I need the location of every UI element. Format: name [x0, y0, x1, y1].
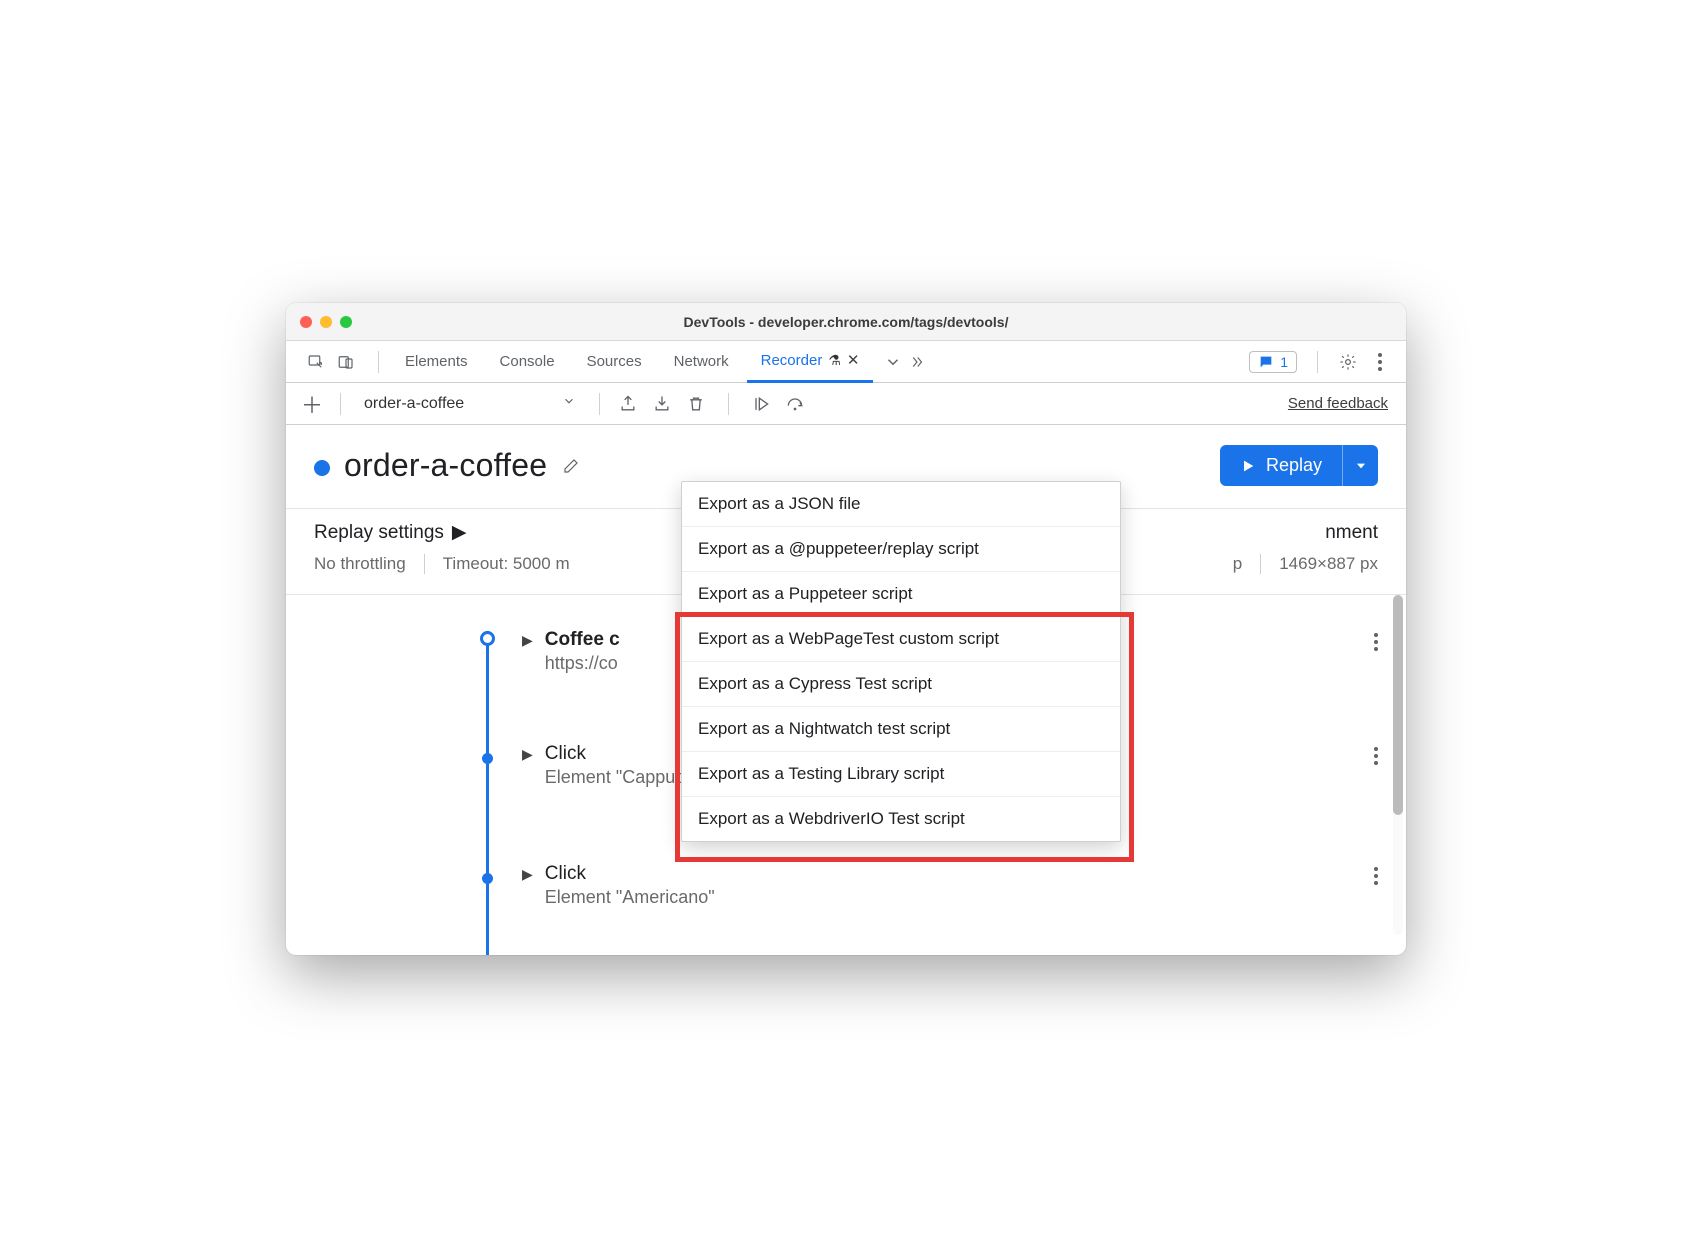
main-menu-icon[interactable] — [1370, 352, 1390, 372]
divider — [728, 393, 729, 415]
chevron-right-icon: ▶ — [522, 746, 533, 763]
window-title: DevTools - developer.chrome.com/tags/dev… — [286, 314, 1406, 330]
timeline-node — [482, 873, 493, 884]
more-tabs-chevrons-icon[interactable] — [907, 352, 927, 372]
divider — [599, 393, 600, 415]
export-menu: Export as a JSON file Export as a @puppe… — [681, 481, 1121, 842]
divider — [1317, 351, 1318, 373]
window-controls — [300, 316, 352, 328]
export-menu-item-nightwatch[interactable]: Export as a Nightwatch test script — [682, 707, 1120, 752]
issues-count: 1 — [1280, 354, 1288, 370]
step-subtitle: https://co — [545, 653, 620, 674]
tab-label: Console — [500, 353, 555, 370]
close-tab-icon[interactable]: ✕ — [847, 351, 860, 369]
timeline-node — [482, 753, 493, 764]
recording-select-value: order-a-coffee — [364, 395, 464, 413]
divider — [378, 351, 379, 373]
export-menu-item-webdriverio[interactable]: Export as a WebdriverIO Test script — [682, 797, 1120, 841]
tab-console[interactable]: Console — [486, 341, 569, 383]
throttling-value: No throttling — [314, 554, 406, 574]
replay-settings-label: Replay settings — [314, 522, 444, 544]
export-menu-item-cypress[interactable]: Export as a Cypress Test script — [682, 662, 1120, 707]
timeline-line — [486, 631, 489, 955]
environment-label: nment — [1325, 522, 1378, 544]
zoom-window-button[interactable] — [340, 316, 352, 328]
panel-tabstrip: Elements Console Sources Network Recorde… — [286, 341, 1406, 383]
chevron-right-icon: ▶ — [452, 521, 467, 544]
device-value: p — [1233, 554, 1242, 574]
timeline-node — [480, 631, 495, 646]
replay-button[interactable]: Replay — [1220, 445, 1342, 486]
chevron-right-icon: ▶ — [522, 632, 533, 649]
inspect-element-icon[interactable] — [306, 352, 326, 372]
devtools-window: DevTools - developer.chrome.com/tags/dev… — [286, 303, 1406, 955]
continue-icon[interactable] — [751, 394, 771, 414]
issues-badge[interactable]: 1 — [1249, 351, 1297, 373]
import-icon[interactable] — [652, 394, 672, 414]
export-menu-item-puppeteer-replay[interactable]: Export as a @puppeteer/replay script — [682, 527, 1120, 572]
minimize-window-button[interactable] — [320, 316, 332, 328]
scrollbar-thumb[interactable] — [1393, 595, 1403, 815]
more-tabs-icon[interactable] — [883, 352, 903, 372]
chevron-down-icon — [562, 394, 576, 413]
tab-elements[interactable]: Elements — [391, 341, 482, 383]
tab-label: Sources — [587, 353, 642, 370]
replay-options-button[interactable] — [1342, 445, 1378, 486]
environment-header[interactable]: nment — [1325, 521, 1378, 544]
edit-title-icon[interactable] — [561, 456, 581, 476]
settings-gear-icon[interactable] — [1338, 352, 1358, 372]
device-toolbar-icon[interactable] — [336, 352, 356, 372]
flask-icon: ⚗ — [828, 352, 841, 369]
step-item[interactable]: ▶ Click Element "Americano" — [522, 863, 1378, 908]
replay-settings-header[interactable]: Replay settings ▶ — [314, 521, 467, 544]
export-icon[interactable] — [618, 394, 638, 414]
tab-sources[interactable]: Sources — [573, 341, 656, 383]
divider — [340, 393, 341, 415]
export-menu-item-puppeteer[interactable]: Export as a Puppeteer script — [682, 572, 1120, 617]
viewport-value: 1469×887 px — [1279, 554, 1378, 574]
export-menu-item-testing-library[interactable]: Export as a Testing Library script — [682, 752, 1120, 797]
step-menu-icon[interactable] — [1374, 867, 1378, 885]
new-recording-button[interactable]: ＋ — [298, 388, 326, 420]
replay-button-label: Replay — [1266, 455, 1322, 476]
send-feedback-link[interactable]: Send feedback — [1288, 395, 1394, 412]
divider — [424, 554, 425, 574]
step-menu-icon[interactable] — [1374, 747, 1378, 765]
tab-label: Network — [674, 353, 729, 370]
export-menu-item-json[interactable]: Export as a JSON file — [682, 482, 1120, 527]
step-title: Click — [545, 863, 715, 885]
chevron-right-icon: ▶ — [522, 866, 533, 883]
timeout-value: Timeout: 5000 m — [443, 554, 570, 574]
tab-label: Recorder — [761, 352, 823, 369]
recording-select[interactable]: order-a-coffee — [355, 389, 585, 418]
recording-title: order-a-coffee — [344, 447, 547, 484]
delete-icon[interactable] — [686, 394, 706, 414]
recorder-toolbar: ＋ order-a-coffee — [286, 383, 1406, 425]
divider — [1260, 554, 1261, 574]
export-menu-item-webpagetest[interactable]: Export as a WebPageTest custom script — [682, 617, 1120, 662]
close-window-button[interactable] — [300, 316, 312, 328]
recording-status-dot — [314, 460, 330, 476]
step-over-icon[interactable] — [785, 394, 805, 414]
tab-recorder[interactable]: Recorder ⚗ ✕ — [747, 341, 874, 383]
tab-label: Elements — [405, 353, 468, 370]
titlebar: DevTools - developer.chrome.com/tags/dev… — [286, 303, 1406, 341]
tab-network[interactable]: Network — [660, 341, 743, 383]
step-menu-icon[interactable] — [1374, 633, 1378, 651]
step-subtitle: Element "Americano" — [545, 887, 715, 908]
step-title: Coffee c — [545, 629, 620, 651]
